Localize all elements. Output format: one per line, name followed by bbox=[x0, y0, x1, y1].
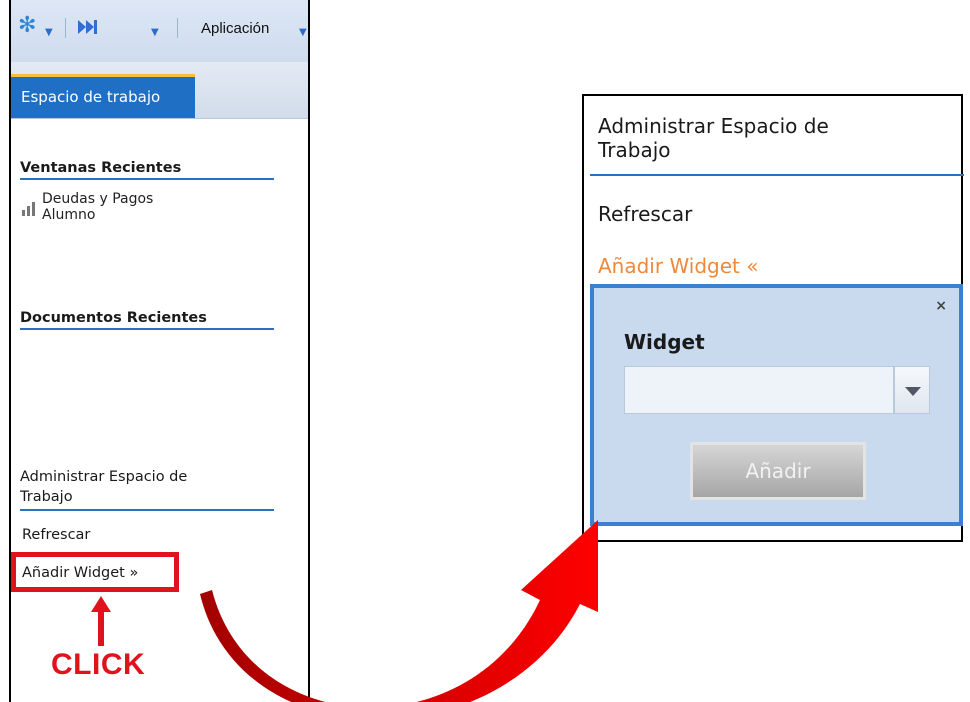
chevron-down-icon[interactable]: ▼ bbox=[151, 24, 159, 42]
click-annotation: CLICK bbox=[51, 648, 146, 681]
tab-workspace[interactable]: Espacio de trabajo bbox=[11, 74, 195, 118]
manage-title-line2: Trabajo bbox=[20, 489, 73, 505]
add-button[interactable]: Añadir bbox=[690, 442, 866, 500]
workspace-manage-panel: Administrar Espacio de Trabajo Refrescar… bbox=[582, 94, 964, 542]
toolbar-separator bbox=[177, 18, 178, 38]
manage-workspace-title: Administrar Espacio de Trabajo bbox=[20, 467, 274, 511]
asterisk-icon[interactable]: ✻ bbox=[18, 15, 36, 37]
refresh-link[interactable]: Refrescar bbox=[22, 527, 90, 543]
recent-documents-title: Documentos Recientes bbox=[20, 310, 274, 330]
manage-title-line1: Administrar Espacio de bbox=[598, 114, 829, 138]
manage-title-line1: Administrar Espacio de bbox=[20, 469, 188, 485]
manage-title-line2: Trabajo bbox=[598, 138, 671, 162]
recent-windows-title: Ventanas Recientes bbox=[20, 160, 274, 180]
red-up-arrow-icon bbox=[91, 596, 111, 646]
recent-window-label-line2: Alumno bbox=[42, 207, 96, 223]
recent-window-label: Deudas y Pagos Alumno bbox=[42, 191, 153, 223]
top-toolbar: ✻ ▼ ▼ Aplicación ▼ bbox=[11, 0, 308, 62]
workspace-left-panel: ✻ ▼ ▼ Aplicación ▼ Espacio de trabajo Ve… bbox=[9, 0, 310, 702]
dropdown-arrow-icon[interactable] bbox=[894, 366, 930, 414]
chevron-down-icon[interactable]: ▼ bbox=[299, 24, 307, 42]
widget-select[interactable] bbox=[624, 366, 894, 414]
title-divider bbox=[590, 174, 964, 176]
manage-workspace-title: Administrar Espacio de Trabajo bbox=[598, 114, 948, 162]
skip-forward-icon[interactable] bbox=[77, 18, 99, 36]
chevron-down-icon[interactable]: ▼ bbox=[45, 24, 53, 42]
add-widget-link[interactable]: Añadir Widget « bbox=[598, 254, 758, 278]
add-widget-link[interactable]: Añadir Widget » bbox=[22, 565, 138, 581]
tab-strip: Espacio de trabajo bbox=[11, 62, 308, 119]
toolbar-separator bbox=[65, 18, 66, 38]
refresh-link[interactable]: Refrescar bbox=[598, 202, 692, 226]
close-icon[interactable]: × bbox=[935, 298, 947, 314]
bar-chart-icon bbox=[22, 202, 36, 216]
widget-label: Widget bbox=[624, 330, 705, 354]
recent-window-label-line1: Deudas y Pagos bbox=[42, 191, 154, 207]
app-menu[interactable]: Aplicación bbox=[201, 20, 269, 38]
add-widget-popup: × Widget Añadir bbox=[590, 284, 963, 526]
